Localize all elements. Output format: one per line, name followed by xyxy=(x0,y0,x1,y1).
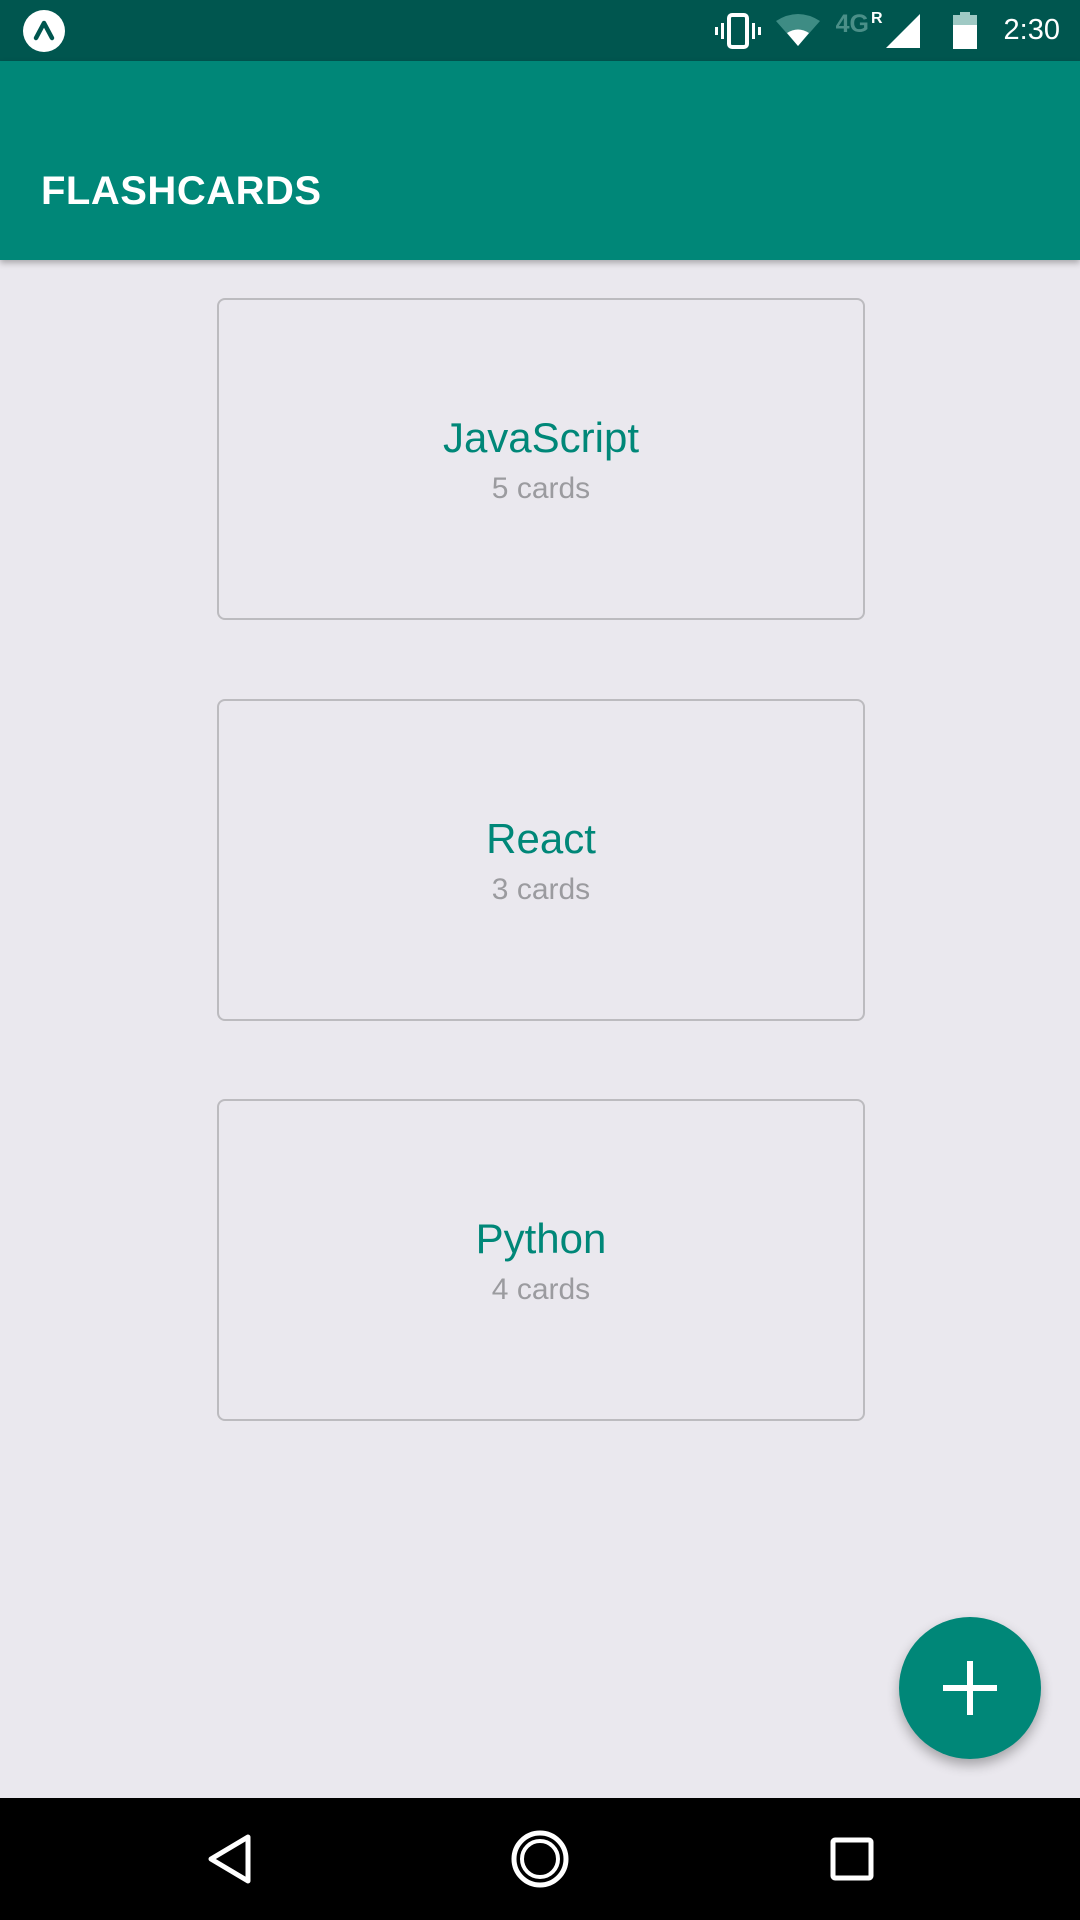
deck-card-count: 5 cards xyxy=(491,472,591,505)
deck-card-count: 4 cards xyxy=(491,1273,591,1306)
navigation-bar xyxy=(0,1798,1080,1920)
nav-home-button[interactable] xyxy=(470,1798,610,1920)
cell-signal-icon xyxy=(885,13,920,48)
app-bar: FLASHCARDS xyxy=(0,61,1080,260)
expo-app-icon xyxy=(23,10,65,52)
wifi-icon xyxy=(775,13,820,46)
nav-recents-button[interactable] xyxy=(780,1798,920,1920)
deck-card-python[interactable]: Python 4 cards xyxy=(217,1099,865,1421)
deck-title: JavaScript xyxy=(442,414,640,461)
vibrate-icon xyxy=(714,12,761,49)
deck-card-react[interactable]: React 3 cards xyxy=(217,699,865,1021)
status-bar: 4G R 2:30 xyxy=(0,0,1080,61)
recents-icon xyxy=(830,1837,874,1881)
app-screen: 4G R 2:30 FLASHCARDS JavaScript 5 cards … xyxy=(0,0,1080,1920)
home-icon xyxy=(511,1830,569,1888)
deck-card-javascript[interactable]: JavaScript 5 cards xyxy=(217,298,865,620)
status-icons: 4G R 2:30 xyxy=(714,0,1060,61)
network-type-label: 4G xyxy=(835,10,869,38)
nav-back-button[interactable] xyxy=(160,1798,300,1920)
back-icon xyxy=(208,1834,251,1884)
clock: 2:30 xyxy=(1003,14,1060,46)
add-deck-button[interactable] xyxy=(899,1617,1041,1759)
deck-title: React xyxy=(486,815,596,862)
deck-card-count: 3 cards xyxy=(491,873,591,906)
roaming-label: R xyxy=(870,9,883,27)
deck-title: Python xyxy=(475,1215,607,1262)
page-title: FLASHCARDS xyxy=(41,169,322,213)
plus-icon xyxy=(943,1661,997,1715)
battery-icon xyxy=(952,11,977,49)
